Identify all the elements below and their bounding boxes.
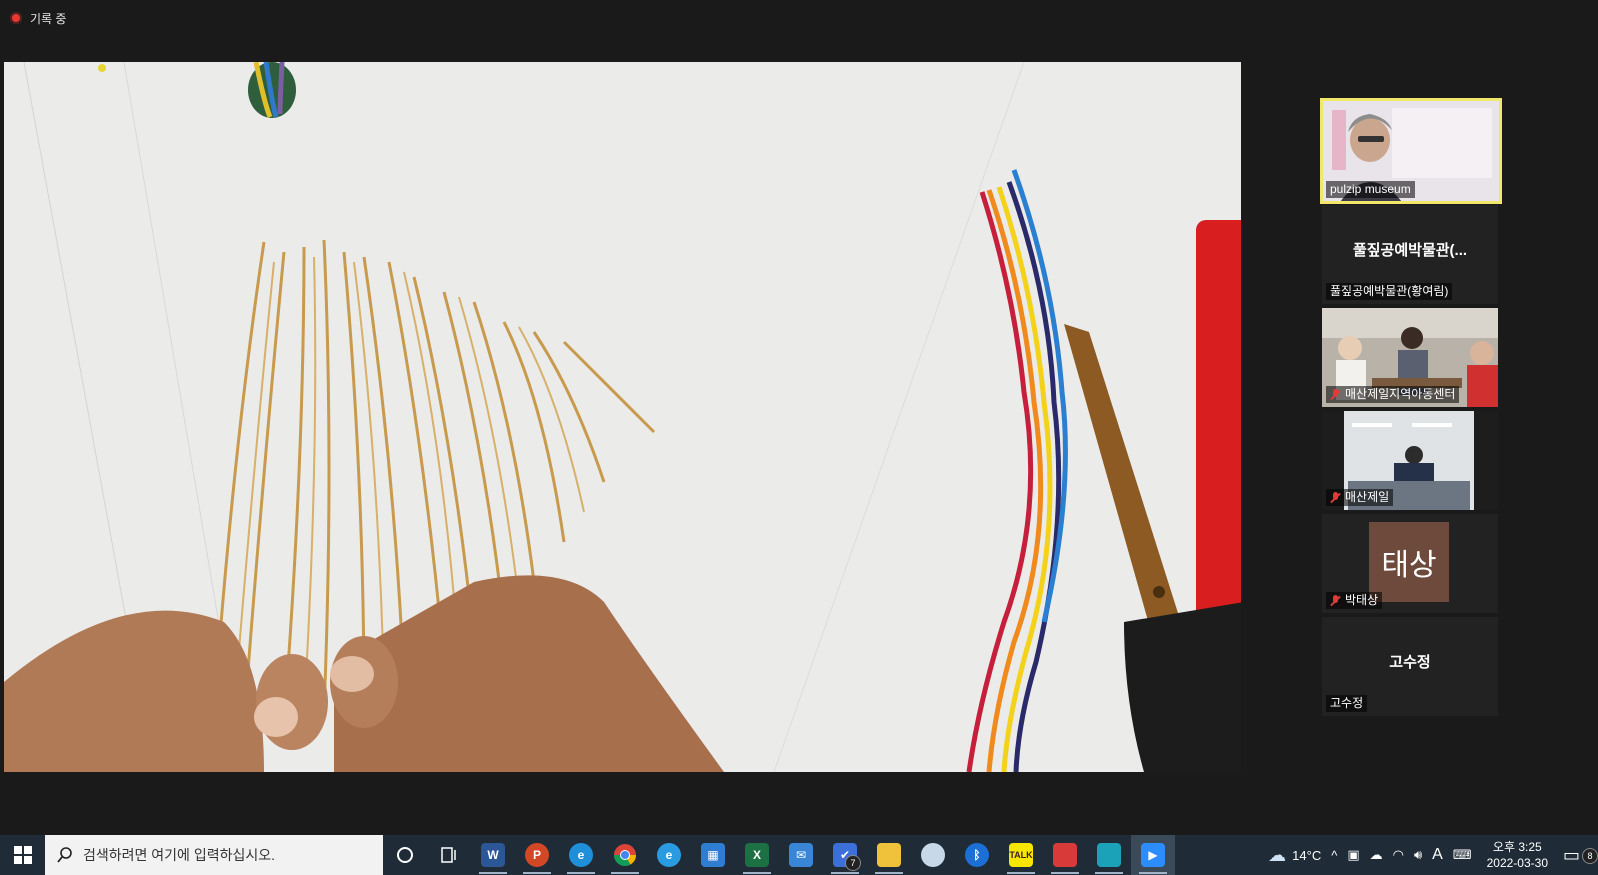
mic-muted-icon bbox=[1330, 491, 1341, 504]
edge-app[interactable]: e bbox=[559, 835, 603, 875]
chrome-app[interactable] bbox=[603, 835, 647, 875]
participant-name: 매산제일지역아동센터 bbox=[1326, 386, 1460, 403]
participant-name: pulzip museum bbox=[1326, 181, 1415, 198]
todo-app[interactable]: ✔ 7 bbox=[823, 835, 867, 875]
bluetooth-icon: ᛒ bbox=[965, 843, 989, 867]
clock-time: 오후 3:25 bbox=[1492, 840, 1542, 854]
edge-icon: e bbox=[569, 843, 593, 867]
ie-app[interactable]: e bbox=[647, 835, 691, 875]
onedrive-button[interactable]: ☁ bbox=[1365, 847, 1388, 863]
clock-date: 2022-03-30 bbox=[1486, 856, 1548, 870]
participant-display-name: 고수정 bbox=[1389, 654, 1431, 671]
notification-center-button[interactable]: ▭ 8 bbox=[1558, 845, 1598, 866]
word-app[interactable]: W bbox=[471, 835, 515, 875]
weather-temp: 14°C bbox=[1292, 847, 1322, 863]
mic-muted-icon bbox=[1330, 594, 1341, 607]
task-view-icon bbox=[441, 847, 456, 863]
ime-mode: A bbox=[1432, 846, 1443, 863]
volume-button[interactable]: 🔊︎ bbox=[1409, 847, 1427, 863]
meet-now-button[interactable]: ▣ bbox=[1342, 847, 1364, 863]
participant-name: 매산제일 bbox=[1326, 489, 1394, 506]
camera-icon: ▣ bbox=[1347, 847, 1360, 862]
participant-tile[interactable]: 매산제일 bbox=[1322, 411, 1498, 510]
weather-widget[interactable]: ☁ 14°C bbox=[1263, 845, 1326, 866]
participant-tile[interactable]: pulzip museum bbox=[1320, 98, 1502, 204]
keyboard-button[interactable]: ⌨ bbox=[1448, 847, 1477, 863]
ime-mode-button[interactable]: A bbox=[1427, 846, 1448, 864]
cloud-icon: ☁ bbox=[1268, 844, 1287, 865]
ie-icon: e bbox=[657, 843, 681, 867]
kakaotalk-app[interactable]: TALK bbox=[999, 835, 1043, 875]
main-video bbox=[4, 62, 1241, 772]
notification-icon: ▭ bbox=[1563, 844, 1581, 865]
notepad-icon bbox=[1097, 843, 1121, 867]
participant-name: 고수정 bbox=[1326, 695, 1368, 712]
mail-icon: ✉ bbox=[789, 843, 813, 867]
participant-tile[interactable]: 풀짚공예박물관(... 풀짚공예박물관(황여림) bbox=[1322, 205, 1498, 304]
windows-logo-icon bbox=[13, 846, 32, 864]
recording-indicator[interactable]: 기록 중 bbox=[10, 9, 66, 27]
kakaotalk-icon: TALK bbox=[1009, 843, 1033, 867]
avatar: 태상 bbox=[1369, 522, 1449, 602]
participant-name: 풀짚공예박물관(황여림) bbox=[1326, 283, 1453, 300]
participant-tile[interactable]: 고수정 고수정 bbox=[1322, 617, 1498, 716]
paint-icon bbox=[921, 843, 945, 867]
chrome-icon bbox=[614, 844, 636, 866]
notification-count: 8 bbox=[1582, 847, 1598, 864]
folder-icon bbox=[877, 843, 901, 867]
paint-app[interactable] bbox=[911, 835, 955, 875]
record-icon bbox=[10, 12, 22, 24]
show-hidden-icons-button[interactable]: ^ bbox=[1326, 848, 1342, 863]
system-tray: ☁ 14°C ^ ▣ ☁ ◠ 🔊︎ A ⌨ 오후 3:25 2022-03-30… bbox=[1263, 835, 1598, 875]
cortana-button[interactable] bbox=[383, 835, 427, 875]
zoom-app[interactable]: ▶ bbox=[1131, 835, 1175, 875]
search-placeholder: 검색하려면 여기에 입력하십시오. bbox=[83, 847, 275, 863]
network-button[interactable]: ◠ bbox=[1388, 847, 1409, 863]
store-app[interactable]: ▦ bbox=[691, 835, 735, 875]
task-view-button[interactable] bbox=[427, 835, 471, 875]
excel-app[interactable]: X bbox=[735, 835, 779, 875]
participant-tile[interactable]: 매산제일지역아동센터 bbox=[1322, 308, 1498, 407]
clock[interactable]: 오후 3:25 2022-03-30 bbox=[1477, 839, 1558, 871]
pdf-app-icon bbox=[1053, 843, 1077, 867]
word-icon: W bbox=[481, 843, 505, 867]
speaker-icon: 🔊︎ bbox=[1413, 847, 1423, 862]
taskbar-search-box[interactable]: 검색하려면 여기에 입력하십시오. bbox=[45, 835, 383, 875]
pdf-app[interactable] bbox=[1043, 835, 1087, 875]
todo-badge: 7 bbox=[845, 855, 861, 871]
mail-app[interactable]: ✉ bbox=[779, 835, 823, 875]
recording-label: 기록 중 bbox=[30, 11, 67, 26]
excel-icon: X bbox=[745, 843, 769, 867]
main-video-feed bbox=[4, 62, 1241, 772]
powerpoint-app[interactable]: P bbox=[515, 835, 559, 875]
participant-display-name: 풀짚공예박물관(... bbox=[1352, 242, 1468, 259]
search-icon bbox=[57, 847, 72, 863]
mic-muted-icon bbox=[1330, 388, 1341, 401]
windows-taskbar: 검색하려면 여기에 입력하십시오. W P e e ▦ X ✉ ✔ 7 ᛒ TA… bbox=[0, 835, 1598, 875]
notepad-app[interactable] bbox=[1087, 835, 1131, 875]
start-button[interactable] bbox=[0, 835, 45, 875]
file-explorer-app[interactable] bbox=[867, 835, 911, 875]
keyboard-icon: ⌨ bbox=[1452, 847, 1472, 862]
participant-name: 박태상 bbox=[1326, 592, 1383, 609]
powerpoint-icon: P bbox=[525, 843, 549, 867]
onedrive-icon: ☁ bbox=[1369, 847, 1383, 862]
participant-tile[interactable]: 태상 박태상 bbox=[1322, 514, 1498, 613]
store-icon: ▦ bbox=[701, 843, 725, 867]
cortana-icon bbox=[397, 847, 413, 863]
wifi-icon: ◠ bbox=[1392, 847, 1404, 862]
bluetooth-app[interactable]: ᛒ bbox=[955, 835, 999, 875]
zoom-icon: ▶ bbox=[1141, 843, 1165, 867]
chevron-up-icon: ^ bbox=[1331, 847, 1338, 863]
